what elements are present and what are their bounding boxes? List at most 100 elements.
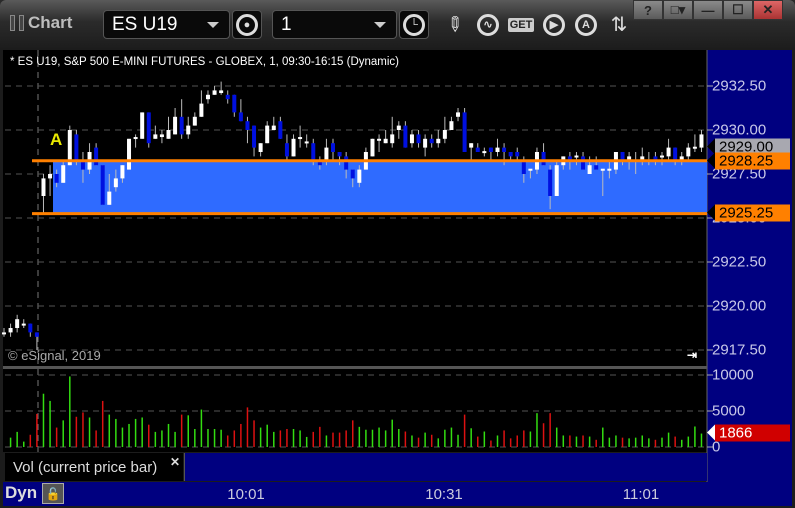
mode-label[interactable]: Dyn	[5, 483, 37, 503]
candle-body	[298, 137, 303, 140]
candle-body	[146, 112, 151, 144]
candle-body	[212, 90, 217, 95]
last-volume-marker: 1866	[707, 424, 790, 442]
time-tick: 10:01	[227, 486, 265, 503]
candle-body	[284, 143, 289, 157]
candle-body	[232, 94, 237, 113]
candle-body	[120, 165, 125, 179]
candle-body	[423, 138, 428, 148]
pane-divider[interactable]	[3, 366, 707, 369]
candle-body	[15, 319, 20, 328]
candle-body	[699, 134, 704, 148]
candle-body	[140, 112, 145, 139]
candle-body	[179, 116, 184, 135]
candle-body	[245, 121, 250, 130]
volume-tick-label: 5000	[712, 402, 746, 420]
candle-body	[462, 112, 467, 152]
candle-body	[127, 138, 132, 170]
candle-body	[107, 191, 112, 205]
candle-body	[166, 130, 171, 139]
candle-body	[409, 134, 414, 144]
candle-body	[548, 169, 553, 196]
candle-body	[48, 174, 53, 179]
candle-body	[357, 169, 362, 183]
candle-body	[258, 143, 263, 152]
candle-body	[686, 147, 691, 157]
candle-body	[186, 125, 191, 135]
candle-body	[21, 323, 26, 326]
candle-body	[192, 116, 197, 126]
volume-legend[interactable]: Vol (current price bar)	[5, 453, 183, 481]
chart-canvas[interactable]: A	[0, 0, 795, 508]
candle-body	[28, 323, 33, 333]
candle-body	[456, 112, 461, 117]
candle-body	[390, 134, 395, 144]
candle-body	[495, 147, 500, 152]
candle-body	[600, 168, 605, 171]
candle-body	[34, 332, 39, 337]
lock-icon[interactable]: 🔓	[42, 483, 64, 504]
candle-body	[554, 165, 559, 196]
candle-body	[2, 332, 6, 335]
candle-body	[521, 160, 526, 174]
volume-tick-label: 10000	[712, 366, 754, 384]
candle-body	[337, 152, 342, 157]
candle-body	[370, 138, 375, 157]
candle-body	[271, 125, 276, 130]
price-tick-label: 2922.50	[712, 253, 767, 271]
candle-body	[396, 125, 401, 130]
jump-to-end-icon[interactable]: ⇥	[687, 348, 697, 362]
upper-line-marker: 2928.25	[707, 152, 790, 170]
price-tick-label: 2917.50	[712, 341, 767, 359]
candle-body	[429, 138, 434, 144]
candle-body	[153, 134, 158, 139]
candle-body	[278, 121, 283, 139]
legend-bar	[184, 453, 707, 481]
candle-body	[252, 125, 257, 148]
candle-body	[469, 143, 474, 148]
candle-body	[199, 103, 204, 117]
candle-body	[449, 121, 454, 130]
candle-body	[100, 165, 105, 205]
candle-body	[350, 169, 355, 179]
candle-body	[587, 165, 592, 174]
candle-body	[344, 156, 349, 170]
candle-body	[133, 137, 138, 140]
close-study-icon[interactable]: ✕	[170, 455, 180, 469]
candle-body	[660, 155, 664, 158]
candle-body	[113, 178, 118, 188]
candle-body	[225, 94, 230, 100]
candle-body	[238, 112, 243, 122]
plot-background	[3, 50, 707, 452]
price-tick-label: 2920.00	[712, 297, 767, 315]
candle-body	[502, 147, 507, 152]
candle-body	[324, 147, 329, 161]
candle-body	[666, 147, 671, 157]
candle-body	[219, 90, 224, 94]
candle-body	[383, 138, 388, 144]
lower-line-marker: 2925.25	[707, 204, 790, 222]
candle-body	[304, 141, 309, 144]
candle-body	[541, 152, 546, 166]
candle-body	[8, 328, 13, 333]
candle-body	[159, 134, 164, 138]
time-tick: 10:31	[425, 486, 463, 503]
candle-body	[265, 125, 270, 144]
candle-body	[377, 138, 382, 141]
candle-body	[311, 143, 316, 161]
annotation-label[interactable]: A	[50, 130, 62, 149]
candle-body	[528, 168, 533, 171]
candle-body	[673, 147, 678, 161]
candle-body	[442, 130, 447, 139]
candle-body	[403, 125, 408, 148]
candle-body	[41, 178, 46, 196]
time-axis[interactable]	[3, 482, 707, 506]
candle-body	[475, 147, 480, 152]
candle-body	[61, 165, 66, 183]
candle-body	[482, 151, 487, 154]
chart-header: * ES U19, S&P 500 E-MINI FUTURES - GLOBE…	[10, 56, 400, 68]
candle-body	[692, 146, 697, 149]
price-tick-label: 2930.00	[712, 121, 767, 139]
candle-body	[508, 152, 513, 157]
candle-body	[74, 134, 79, 161]
